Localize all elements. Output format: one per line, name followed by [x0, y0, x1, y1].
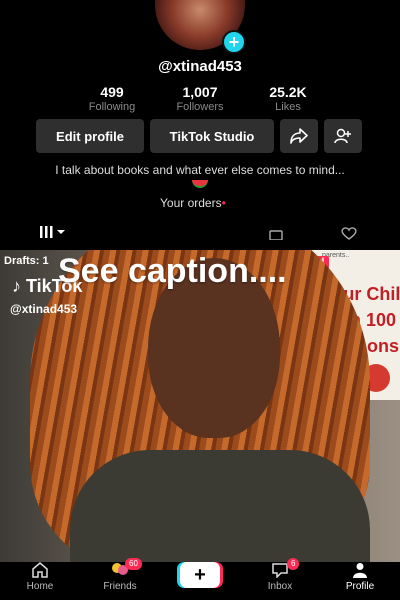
share-profile-button[interactable]: [280, 119, 318, 153]
nav-inbox[interactable]: 6 Inbox: [245, 558, 315, 592]
create-button[interactable]: +: [180, 562, 220, 588]
username: @xtinad453: [158, 58, 242, 75]
nav-inbox-label: Inbox: [267, 581, 293, 592]
nav-profile[interactable]: Profile: [325, 562, 395, 592]
bottom-nav: Home 60 Friends + 6 Inbox Profile: [0, 558, 400, 600]
friends-badge: 60: [125, 558, 142, 570]
stats-row: 499 Following 1,007 Followers 25.2K Like…: [72, 84, 328, 113]
stat-following[interactable]: 499 Following: [72, 84, 152, 113]
add-avatar-icon[interactable]: +: [222, 30, 246, 54]
inbox-icon: [245, 562, 315, 580]
pinned-video-thumbnail[interactable]: parents.. Pinned ch Your Child Read in 1…: [0, 250, 400, 562]
profile-icon: [325, 562, 395, 580]
grid-icon: [40, 226, 65, 238]
tab-videos[interactable]: [40, 226, 66, 241]
plus-icon: +: [194, 563, 206, 586]
followers-count: 1,007: [182, 84, 218, 100]
person-body: [70, 450, 370, 562]
nav-friends-label: Friends: [103, 581, 137, 592]
heart-icon: [341, 227, 357, 240]
stat-followers[interactable]: 1,007 Followers: [160, 84, 240, 113]
share-icon: [290, 128, 308, 144]
likes-count: 25.2K: [269, 84, 307, 100]
edit-profile-button[interactable]: Edit profile: [36, 119, 144, 153]
nav-home-label: Home: [26, 581, 54, 592]
add-friend-icon: [334, 128, 351, 144]
watermark-handle: @xtinad453: [10, 302, 78, 316]
watermelon-icon: [192, 180, 208, 188]
profile-bio: I talk about books and what ever else co…: [55, 163, 345, 177]
tiktok-studio-button[interactable]: TikTok Studio: [150, 119, 274, 153]
nav-profile-label: Profile: [345, 581, 375, 592]
orders-label: Your orders: [160, 196, 222, 210]
drafts-label[interactable]: Drafts: 1: [4, 255, 49, 267]
nav-home[interactable]: Home: [5, 562, 75, 592]
lock-icon: [269, 230, 283, 241]
add-friend-button[interactable]: [324, 119, 362, 153]
likes-label: Likes: [275, 101, 301, 113]
your-orders-link[interactable]: Your orders•: [160, 196, 226, 210]
following-count: 499: [100, 84, 124, 100]
tiktok-note-icon: ♪: [12, 276, 21, 296]
followers-label: Followers: [176, 101, 224, 113]
stat-likes[interactable]: 25.2K Likes: [248, 84, 328, 113]
home-icon: [5, 562, 75, 580]
video-caption-overlay: See caption....: [58, 252, 287, 290]
friends-icon: [85, 562, 155, 580]
tab-private[interactable]: [268, 226, 284, 243]
nav-friends[interactable]: 60 Friends: [85, 558, 155, 592]
profile-actions: Edit profile TikTok Studio: [36, 119, 362, 153]
content-tabs: [0, 222, 400, 250]
orders-dot: •: [221, 196, 226, 210]
following-label: Following: [88, 101, 136, 113]
tab-liked[interactable]: [340, 226, 358, 243]
